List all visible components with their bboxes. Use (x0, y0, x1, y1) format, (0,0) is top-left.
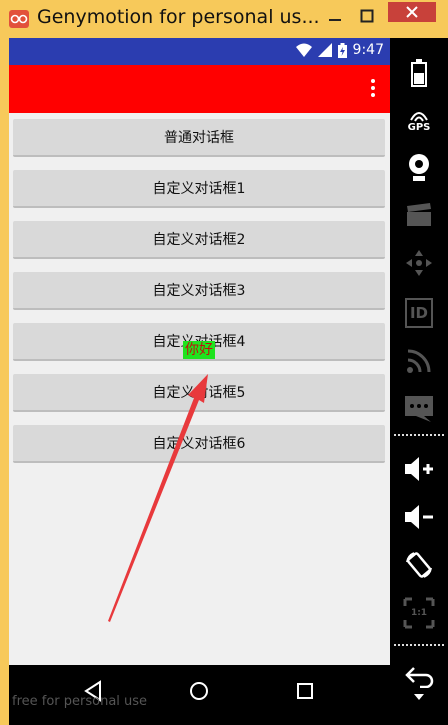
screencast-tool[interactable] (398, 198, 440, 232)
window-title: Genymotion for personal us... (37, 6, 320, 28)
toolbar-separator (394, 434, 444, 436)
gps-tool[interactable]: GPS (398, 104, 440, 138)
id-label: ID (409, 304, 429, 322)
pixel-perfect-label: 1:1 (410, 608, 428, 618)
dpad-icon (406, 250, 432, 276)
webcam-tool[interactable] (398, 150, 440, 184)
minimize-button[interactable] (320, 4, 350, 28)
dpad-tool[interactable] (398, 246, 440, 280)
rss-icon (407, 349, 431, 373)
back-tool[interactable] (398, 660, 440, 694)
more-tools-button[interactable] (398, 690, 440, 704)
phone-screen: 9:47 普通对话框 自定义对话框1 自定义对话框2 自定义对话框3 自定义对话… (9, 38, 390, 665)
webcam-icon (409, 154, 429, 181)
close-icon (406, 6, 418, 18)
battery-tool[interactable] (398, 56, 440, 90)
gps-signal-icon (410, 111, 428, 122)
device-id-tool[interactable]: ID (398, 296, 440, 330)
battery-icon (411, 59, 427, 87)
emulator-toolbar: GPS ID 1:1 (390, 38, 448, 725)
close-button[interactable] (388, 2, 436, 22)
gps-label: GPS (407, 121, 431, 133)
rss-tool[interactable] (398, 344, 440, 378)
home-icon[interactable] (187, 679, 211, 703)
triangle-down-icon (414, 694, 424, 700)
maximize-button[interactable] (352, 4, 382, 28)
volume-up-icon (405, 457, 433, 481)
minimize-icon (329, 19, 341, 21)
volume-up-tool[interactable] (398, 452, 440, 486)
genymotion-logo-icon (9, 10, 29, 28)
maximize-icon (360, 9, 374, 23)
recents-icon[interactable] (293, 679, 317, 703)
rotate-screen-icon (406, 552, 432, 578)
return-icon (405, 667, 434, 688)
annotation-arrow-icon (108, 374, 208, 622)
volume-down-tool[interactable] (398, 500, 440, 534)
message-icon (405, 396, 433, 422)
watermark-text: free for personal use (12, 694, 148, 709)
clapperboard-icon (407, 203, 431, 226)
volume-down-icon (405, 505, 433, 529)
toolbar-separator (394, 644, 444, 646)
window-titlebar: Genymotion for personal us... (0, 0, 448, 38)
pixel-perfect-tool[interactable]: 1:1 (398, 596, 440, 630)
sms-tool[interactable] (398, 392, 440, 426)
rotate-tool[interactable] (398, 548, 440, 582)
